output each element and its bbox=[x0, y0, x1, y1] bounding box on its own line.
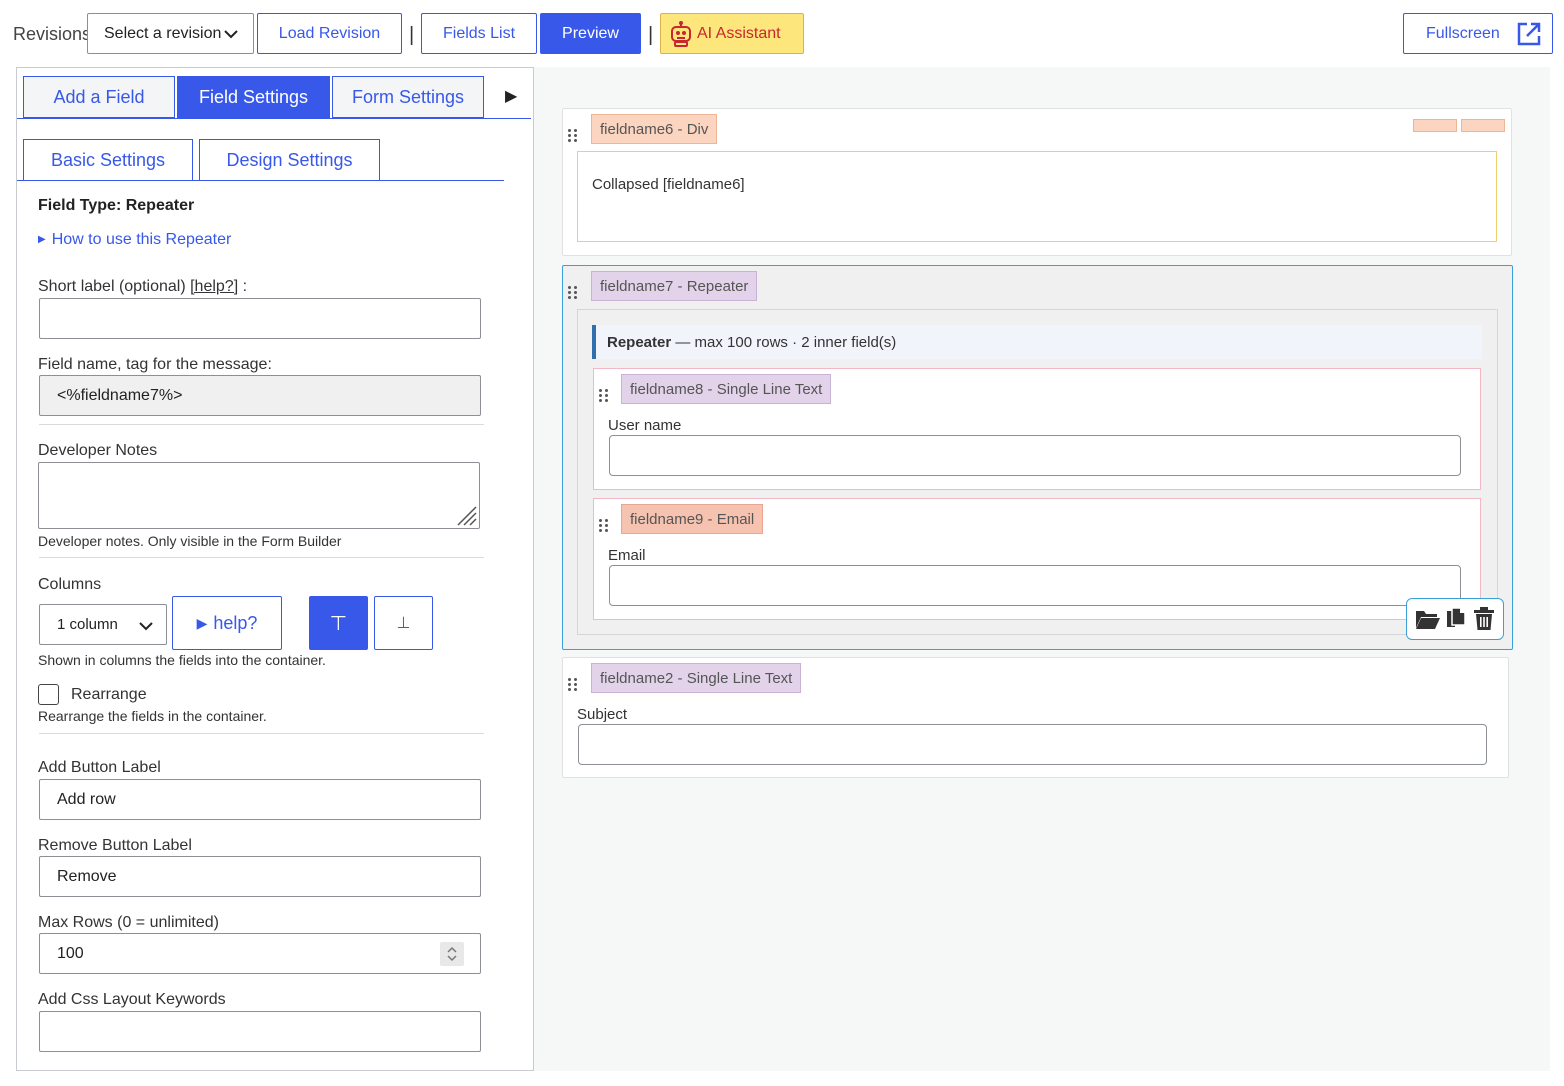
columns-label: Columns bbox=[38, 576, 102, 593]
divider bbox=[39, 424, 484, 425]
align-bottom-button[interactable]: ⊥ bbox=[374, 596, 433, 650]
tab-design-settings[interactable]: Design Settings bbox=[199, 139, 380, 181]
drag-handle-icon[interactable] bbox=[568, 678, 578, 692]
field-label: Subject bbox=[577, 706, 628, 723]
columns-select-value: 1 column bbox=[57, 616, 118, 633]
how-to-toggle[interactable]: ▶ How to use this Repeater bbox=[38, 231, 231, 249]
repeater-summary: Repeater — max 100 rows · 2 inner field(… bbox=[592, 325, 1482, 359]
remove-button-label-input[interactable]: Remove bbox=[39, 856, 481, 897]
repeater-container: Repeater — max 100 rows · 2 inner field(… bbox=[577, 309, 1498, 635]
repeater-summary-title: Repeater bbox=[607, 333, 672, 351]
repeater-summary-detail: — max 100 rows · 2 inner field(s) bbox=[675, 333, 897, 351]
max-rows-input[interactable]: 100 bbox=[39, 933, 481, 974]
columns-help: Shown in columns the fields into the con… bbox=[38, 652, 326, 668]
css-keywords-label: Add Css Layout Keywords bbox=[38, 991, 226, 1008]
subtabs-underline bbox=[17, 180, 504, 181]
user-name-input[interactable] bbox=[609, 435, 1461, 476]
spinner-arrows-icon bbox=[447, 946, 457, 962]
form-canvas: fieldname6 - Div Collapsed [fieldname6] … bbox=[534, 67, 1550, 1071]
copy-icon[interactable] bbox=[1445, 607, 1467, 631]
toolbar-separator: | bbox=[648, 24, 654, 46]
number-spinner[interactable] bbox=[440, 942, 464, 966]
rearrange-help: Rearrange the fields in the container. bbox=[38, 708, 267, 724]
field-tag: fieldname9 - Email bbox=[621, 504, 764, 534]
revision-select-value: Select a revision bbox=[104, 24, 222, 42]
dev-notes-help: Developer notes. Only visible in the For… bbox=[38, 533, 342, 549]
short-label-input[interactable] bbox=[39, 298, 481, 339]
field-label: User name bbox=[608, 417, 682, 434]
max-rows-value: 100 bbox=[57, 944, 84, 962]
columns-help-button[interactable]: ▶ help? bbox=[172, 596, 282, 650]
inner-field-single-line[interactable]: fieldname8 - Single Line Text User name bbox=[593, 368, 1481, 490]
fullscreen-button[interactable]: Fullscreen bbox=[1403, 13, 1553, 54]
dev-notes-label: Developer Notes bbox=[38, 442, 158, 459]
drag-handle-icon[interactable] bbox=[568, 129, 578, 143]
dev-notes-textarea[interactable] bbox=[38, 462, 480, 529]
field-action-button[interactable] bbox=[1461, 119, 1505, 132]
trash-icon[interactable] bbox=[1473, 607, 1495, 631]
chevron-down-icon bbox=[224, 30, 238, 39]
field-div[interactable]: fieldname6 - Div Collapsed [fieldname6] bbox=[562, 108, 1512, 256]
drag-handle-icon[interactable] bbox=[599, 389, 609, 403]
fields-list-button[interactable]: Fields List bbox=[421, 13, 537, 54]
field-repeater[interactable]: fieldname7 - Repeater Repeater — max 100… bbox=[562, 265, 1513, 650]
max-rows-label: Max Rows (0 = unlimited) bbox=[38, 914, 219, 931]
ai-assistant-label: AI Assistant bbox=[697, 24, 781, 42]
field-label: Email bbox=[608, 547, 646, 564]
field-tag: fieldname8 - Single Line Text bbox=[621, 374, 832, 404]
inner-field-email[interactable]: fieldname9 - Email Email bbox=[593, 498, 1481, 620]
div-content: Collapsed [fieldname6] bbox=[577, 151, 1497, 242]
drag-handle-icon[interactable] bbox=[599, 519, 609, 533]
tab-form-settings[interactable]: Form Settings bbox=[332, 76, 484, 118]
chevron-down-icon bbox=[139, 622, 153, 631]
add-button-label-input[interactable]: Add row bbox=[39, 779, 481, 820]
short-label-label: Short label (optional) [help?] : bbox=[38, 278, 248, 295]
field-type-heading: Field Type: Repeater bbox=[38, 197, 195, 214]
field-actions bbox=[1406, 598, 1504, 640]
field-tag: fieldname7 - Repeater bbox=[591, 271, 758, 301]
disclosure-triangle-icon: ▶ bbox=[38, 234, 46, 245]
tab-add-field[interactable]: Add a Field bbox=[23, 76, 175, 118]
tabs-underline bbox=[17, 118, 531, 119]
align-top-button[interactable]: ⊤ bbox=[309, 596, 368, 650]
resize-handle-icon[interactable] bbox=[455, 504, 477, 526]
tabs-scroll-right-icon[interactable]: ▶ bbox=[505, 86, 517, 106]
field-subject[interactable]: fieldname2 - Single Line Text Subject bbox=[562, 657, 1509, 778]
revision-select[interactable]: Select a revision bbox=[87, 13, 254, 54]
how-to-link[interactable]: How to use this Repeater bbox=[52, 231, 232, 248]
settings-panel: Add a Field Field Settings Form Settings… bbox=[16, 67, 534, 1071]
add-button-label-label: Add Button Label bbox=[38, 759, 161, 776]
preview-button[interactable]: Preview bbox=[540, 13, 641, 54]
divider bbox=[39, 733, 484, 734]
field-tag: fieldname6 - Div bbox=[591, 114, 718, 144]
play-icon: ▶ bbox=[196, 614, 208, 631]
field-tag: fieldname2 - Single Line Text bbox=[591, 663, 802, 693]
rearrange-checkbox[interactable] bbox=[38, 684, 59, 705]
drag-handle-icon[interactable] bbox=[568, 286, 578, 300]
load-revision-button[interactable]: Load Revision bbox=[257, 13, 402, 54]
toolbar-separator: | bbox=[409, 24, 415, 46]
short-label-help-link[interactable]: [help?] bbox=[190, 278, 238, 295]
remove-button-label-label: Remove Button Label bbox=[38, 837, 192, 854]
folder-open-icon[interactable] bbox=[1415, 608, 1441, 630]
email-input[interactable] bbox=[609, 565, 1461, 606]
robot-icon bbox=[669, 20, 693, 47]
div-content-text: Collapsed [fieldname6] bbox=[592, 176, 745, 193]
field-name-label: Field name, tag for the message: bbox=[38, 356, 272, 373]
ai-assistant-button[interactable]: AI Assistant bbox=[660, 13, 804, 54]
columns-help-label: help? bbox=[213, 612, 258, 633]
columns-select[interactable]: 1 column bbox=[39, 604, 167, 645]
field-action-button[interactable] bbox=[1413, 119, 1457, 132]
revisions-label: Revisions bbox=[13, 24, 92, 44]
external-link-icon bbox=[1517, 22, 1541, 46]
subject-input[interactable] bbox=[578, 724, 1487, 765]
tab-field-settings[interactable]: Field Settings bbox=[177, 76, 330, 118]
field-name-input[interactable]: <%fieldname7%> bbox=[39, 375, 481, 416]
rearrange-label: Rearrange bbox=[71, 686, 147, 703]
fullscreen-label: Fullscreen bbox=[1426, 24, 1500, 42]
tab-basic-settings[interactable]: Basic Settings bbox=[23, 139, 193, 181]
divider bbox=[39, 557, 484, 558]
css-keywords-input[interactable] bbox=[39, 1011, 481, 1052]
